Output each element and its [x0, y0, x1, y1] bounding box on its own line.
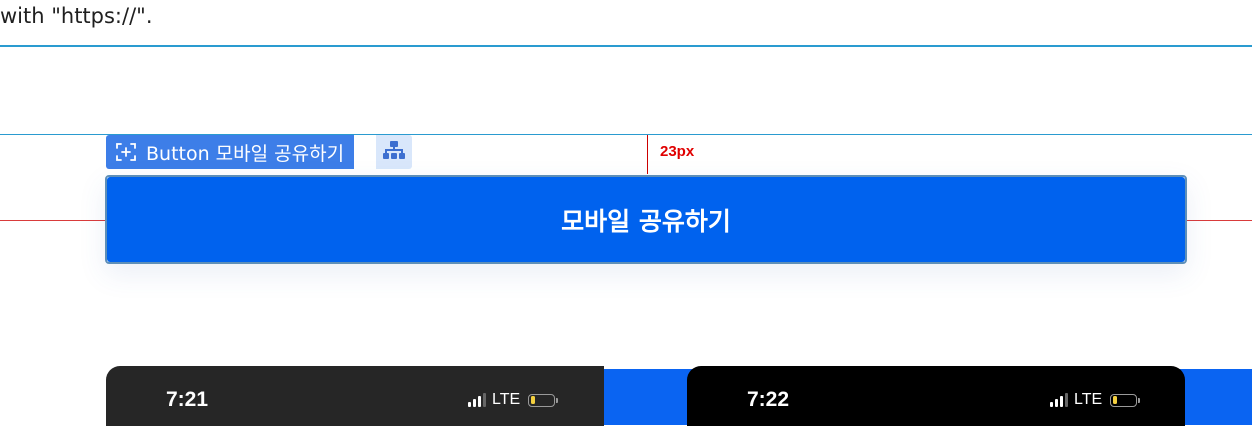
status-indicators: LTE: [1050, 391, 1141, 409]
measure-label: 23px: [660, 143, 695, 160]
hierarchy-button[interactable]: [376, 135, 412, 169]
phone-screenshot-right: 7:22 LTE: [687, 366, 1185, 426]
phone-screenshot-left: 7:21 LTE: [106, 366, 604, 426]
signal-icon: [468, 393, 486, 407]
battery-icon: [528, 393, 559, 407]
component-select-icon: [114, 140, 138, 164]
guide-line-red-right: [1186, 220, 1252, 221]
mobile-share-button-label: 모바일 공유하기: [561, 206, 731, 236]
measure-line: [647, 135, 648, 174]
status-time: 7:21: [166, 388, 209, 411]
signal-icon: [1050, 393, 1068, 407]
component-tag-label: Button 모바일 공유하기: [146, 142, 345, 165]
mobile-share-button[interactable]: 모바일 공유하기: [107, 177, 1252, 425]
network-label: LTE: [1074, 391, 1103, 408]
component-tag[interactable]: Button 모바일 공유하기: [106, 135, 355, 169]
battery-icon: [1110, 393, 1141, 407]
status-time: 7:22: [747, 388, 790, 411]
guide-line-top: [0, 45, 1252, 47]
network-label: LTE: [492, 391, 521, 408]
hierarchy-tree-icon: [383, 140, 405, 164]
doc-text-fragment: with "https://".: [0, 4, 153, 28]
guide-line-red-left: [0, 220, 106, 221]
status-indicators: LTE: [468, 391, 559, 409]
